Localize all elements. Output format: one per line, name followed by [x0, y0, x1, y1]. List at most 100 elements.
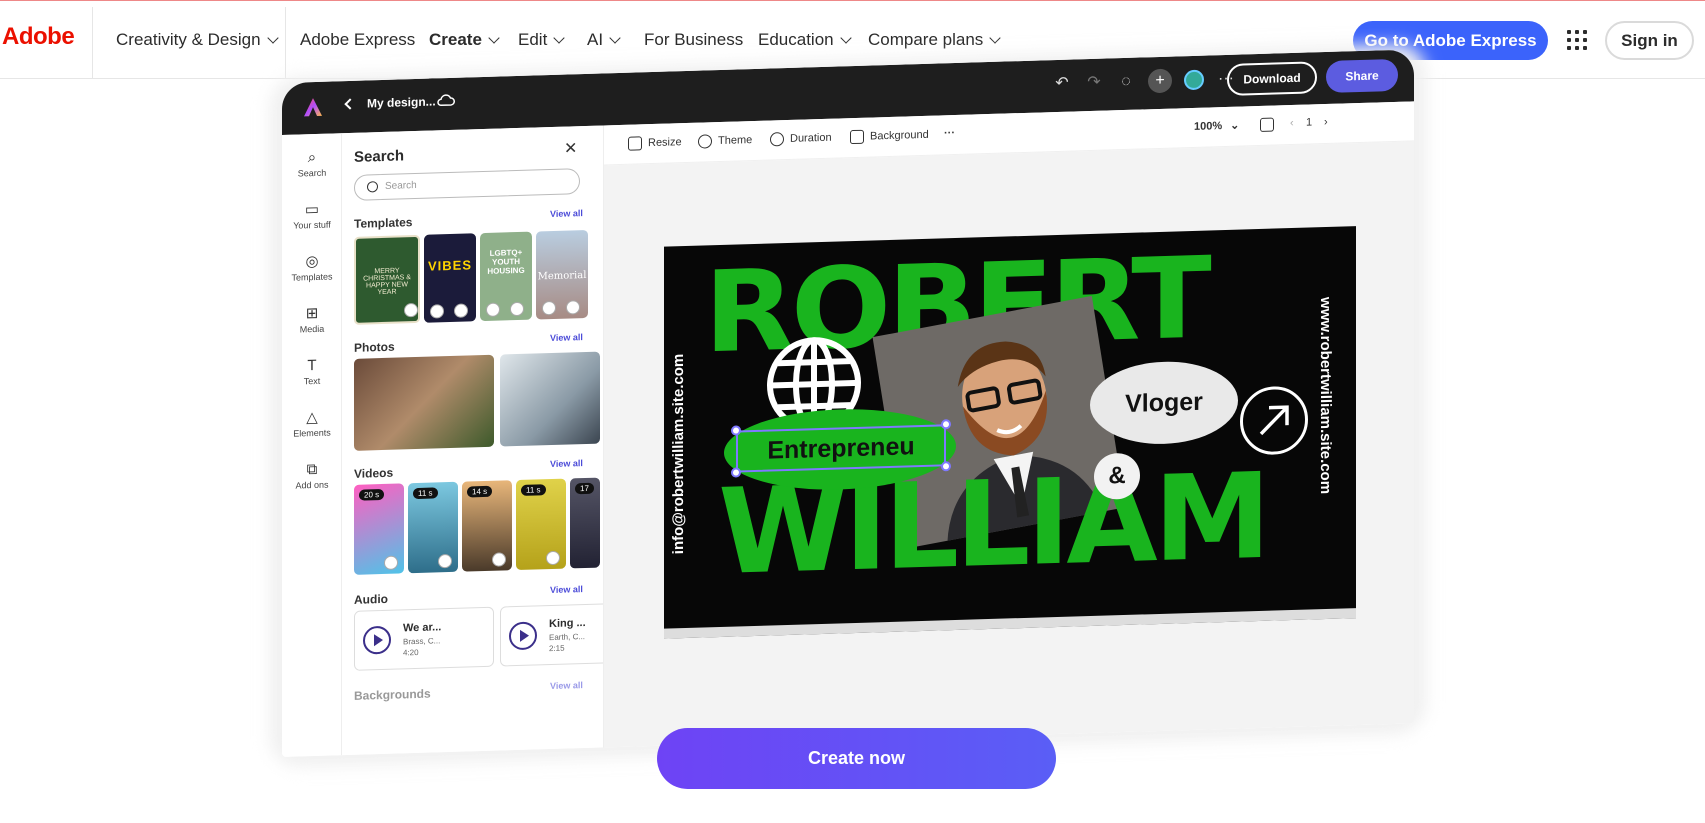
design-website[interactable]: www.robertwilliam.site.com	[1317, 297, 1334, 495]
prev-page-icon[interactable]: ‹	[1290, 117, 1294, 129]
template-thumb[interactable]: VIBES	[424, 233, 476, 323]
rail-item-templates[interactable]: ◎ Templates	[282, 251, 342, 283]
template-thumb-text: Memorial	[537, 269, 587, 283]
rail-item-elements[interactable]: △ Elements	[282, 407, 342, 439]
view-all-templates-link[interactable]: View all	[550, 208, 583, 219]
play-icon[interactable]	[509, 621, 537, 651]
shapes-icon: △	[306, 408, 318, 427]
folder-icon: ▭	[304, 200, 320, 219]
chevron-down-icon	[553, 32, 565, 44]
nav-edit[interactable]: Edit	[518, 1, 565, 79]
lightbulb-icon[interactable]: ◌	[1116, 72, 1136, 93]
nav-creativity-design[interactable]: Creativity & Design	[116, 1, 279, 79]
premium-icon	[546, 550, 560, 566]
vloger-badge[interactable]: Vloger	[1090, 359, 1238, 447]
premium-icon	[384, 555, 398, 570]
video-thumb[interactable]: 11 s	[408, 481, 458, 574]
design-email[interactable]: info@robertwilliam.site.com	[670, 353, 687, 554]
chevron-down-icon	[266, 32, 279, 44]
divider	[92, 7, 93, 79]
rail-label: Text	[303, 375, 321, 387]
palette-icon	[698, 134, 712, 149]
template-thumb[interactable]: LGBTQ+ YOUTH HOUSING	[480, 231, 532, 322]
duration-badge: 17	[575, 482, 594, 495]
chevron-down-icon	[488, 32, 500, 44]
design-artboard[interactable]: ROBERT WILLIAM Entrepreneu Vloger & info…	[664, 226, 1356, 639]
view-all-videos-link[interactable]: View all	[550, 458, 583, 469]
template-thumb[interactable]: MERRY CHRISTMAS & HAPPY NEW YEAR	[354, 234, 420, 325]
editor-window: My design... ↶ ↷ ◌ + ··· Download Share …	[282, 49, 1414, 758]
rail-item-your-stuff[interactable]: ▭ Your stuff	[282, 199, 342, 231]
section-backgrounds: Backgrounds	[354, 686, 431, 703]
rail-item-text[interactable]: T Text	[282, 355, 342, 387]
audio-duration: 4:20	[403, 647, 419, 658]
video-thumb[interactable]: 11 s	[516, 478, 566, 571]
section-audio: Audio	[354, 591, 388, 607]
view-all-photos-link[interactable]: View all	[550, 332, 583, 343]
photo-thumb[interactable]	[500, 351, 600, 447]
nav-label: Create	[429, 30, 482, 49]
audio-genre: Brass, C...	[403, 636, 441, 647]
app-grid-icon[interactable]	[1567, 30, 1587, 50]
duration-badge: 11 s	[413, 487, 438, 500]
download-button[interactable]: Download	[1227, 61, 1317, 96]
search-input[interactable]: Search	[354, 168, 580, 201]
audio-item[interactable]: King ... Earth, C... 2:15	[500, 603, 604, 667]
resize-button[interactable]: Resize	[628, 135, 682, 151]
premium-icon	[454, 303, 468, 318]
adobe-logo[interactable]: Adobe	[2, 23, 75, 51]
chevron-down-icon	[839, 32, 852, 44]
play-icon	[430, 304, 444, 319]
invite-icon[interactable]: +	[1148, 68, 1172, 94]
video-thumb[interactable]: 17	[570, 477, 600, 569]
duration-label: Duration	[790, 131, 832, 145]
chevron-down-icon	[609, 32, 621, 44]
create-now-button[interactable]: Create now	[657, 728, 1056, 789]
share-button[interactable]: Share	[1326, 58, 1398, 94]
rail-label: Add ons	[295, 479, 329, 491]
pages-icon[interactable]	[1260, 117, 1280, 132]
theme-button[interactable]: Theme	[698, 133, 752, 149]
background-icon	[850, 129, 864, 145]
photo-thumb[interactable]	[354, 354, 494, 451]
nav-create[interactable]: Create	[429, 1, 500, 80]
arrow-up-right-icon[interactable]	[1240, 385, 1308, 456]
template-thumb[interactable]: Memorial	[536, 229, 588, 320]
undo-icon[interactable]: ↶	[1052, 74, 1072, 95]
left-rail: ⌕ Search ▭ Your stuff ◎ Templates ⊞ Media TT…	[282, 133, 342, 757]
sign-in-button[interactable]: Sign in	[1605, 21, 1694, 60]
duration-badge: 14 s	[467, 485, 493, 498]
view-all-backgrounds-link[interactable]: View all	[550, 680, 583, 691]
rail-item-media[interactable]: ⊞ Media	[282, 303, 342, 335]
section-photos: Photos	[354, 339, 395, 355]
audio-duration: 2:15	[549, 643, 565, 654]
next-page-icon[interactable]: ›	[1324, 116, 1328, 128]
rail-label: Elements	[293, 427, 331, 439]
editor-preview: My design... ↶ ↷ ◌ + ··· Download Share …	[270, 43, 1426, 768]
editor-actions: ↶ ↷ ◌ + ···	[1052, 67, 1236, 96]
search-panel: Search ✕ Search Templates View all MERRY…	[342, 125, 604, 756]
audio-item[interactable]: We ar... Brass, C... 4:20	[354, 606, 494, 671]
audio-title: We ar...	[403, 621, 442, 635]
close-icon[interactable]: ✕	[564, 138, 577, 158]
rail-item-search[interactable]: ⌕ Search	[282, 147, 342, 179]
redo-icon[interactable]: ↷	[1084, 73, 1104, 94]
view-all-audio-link[interactable]: View all	[550, 584, 583, 595]
background-button[interactable]: Background	[850, 128, 929, 145]
duration-button[interactable]: Duration	[770, 131, 832, 147]
zoom-value: 100%	[1194, 119, 1223, 133]
search-icon	[367, 181, 378, 193]
video-thumb[interactable]: 20 s	[354, 483, 404, 575]
rail-item-add-ons[interactable]: ⧉ Add ons	[282, 459, 342, 491]
zoom-select[interactable]: 100% ⌄	[1194, 119, 1239, 133]
more-options-icon[interactable]: ···	[944, 127, 955, 139]
document-title[interactable]: My design...	[367, 94, 436, 110]
video-thumb[interactable]: 14 s	[462, 480, 512, 572]
role-text-selected[interactable]: Entrepreneu	[736, 424, 946, 473]
back-icon[interactable]	[344, 98, 356, 110]
rail-label: Your stuff	[293, 219, 331, 231]
avatar[interactable]	[1184, 69, 1204, 91]
hero: My design... ↶ ↷ ◌ + ··· Download Share …	[0, 0, 1705, 823]
play-icon[interactable]	[363, 625, 391, 655]
nav-adobe-express[interactable]: Adobe Express	[300, 1, 415, 79]
